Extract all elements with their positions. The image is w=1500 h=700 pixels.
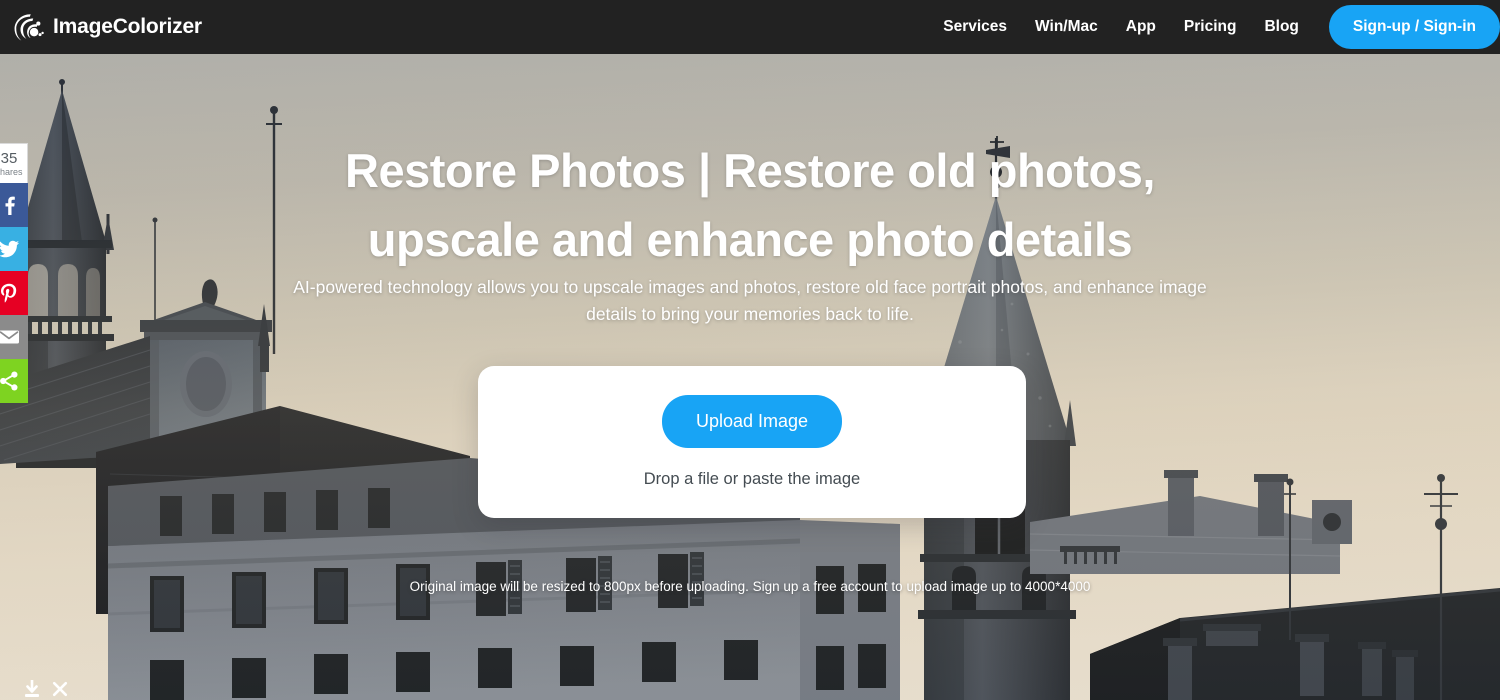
share-button-email[interactable]: [0, 315, 28, 359]
pinterest-icon: [1, 283, 17, 303]
close-icon[interactable]: [52, 681, 68, 697]
main-navigation: Services Win/Mac App Pricing Blog Sign-u…: [929, 0, 1500, 54]
signup-signin-button[interactable]: Sign-up / Sign-in: [1328, 5, 1500, 49]
brand-name: ImageColorizer: [53, 15, 202, 38]
brand-logo-link[interactable]: ImageColorizer: [12, 10, 202, 44]
email-icon: [0, 330, 19, 344]
swoosh-arc-logo-icon: [14, 14, 44, 41]
share-button-twitter[interactable]: [0, 227, 28, 271]
nav-item-services[interactable]: Services: [929, 0, 1021, 54]
social-share-rail: 35 shares: [0, 143, 28, 403]
site-header: ImageColorizer Services Win/Mac App Pric…: [0, 0, 1500, 54]
share-count-number: 35: [0, 149, 18, 167]
share-count-box: 35 shares: [0, 143, 28, 183]
nav-item-blog[interactable]: Blog: [1250, 0, 1312, 54]
twitter-icon: [0, 240, 19, 258]
download-icon[interactable]: [24, 680, 40, 698]
bottom-floating-widget: [24, 680, 68, 698]
upload-dropzone-card[interactable]: Upload Image Drop a file or paste the im…: [478, 366, 1026, 518]
share-button-sharethis[interactable]: [0, 359, 28, 403]
share-button-facebook[interactable]: [0, 183, 28, 227]
facebook-icon: [5, 196, 15, 215]
share-button-pinterest[interactable]: [0, 271, 28, 315]
drop-file-hint: Drop a file or paste the image: [643, 470, 861, 488]
share-count-label: shares: [0, 166, 23, 177]
share-nodes-icon: [0, 371, 18, 391]
nav-item-pricing[interactable]: Pricing: [1170, 0, 1251, 54]
nav-item-app[interactable]: App: [1112, 0, 1170, 54]
nav-item-win-mac[interactable]: Win/Mac: [1021, 0, 1112, 54]
upload-image-button[interactable]: Upload Image: [661, 395, 843, 448]
